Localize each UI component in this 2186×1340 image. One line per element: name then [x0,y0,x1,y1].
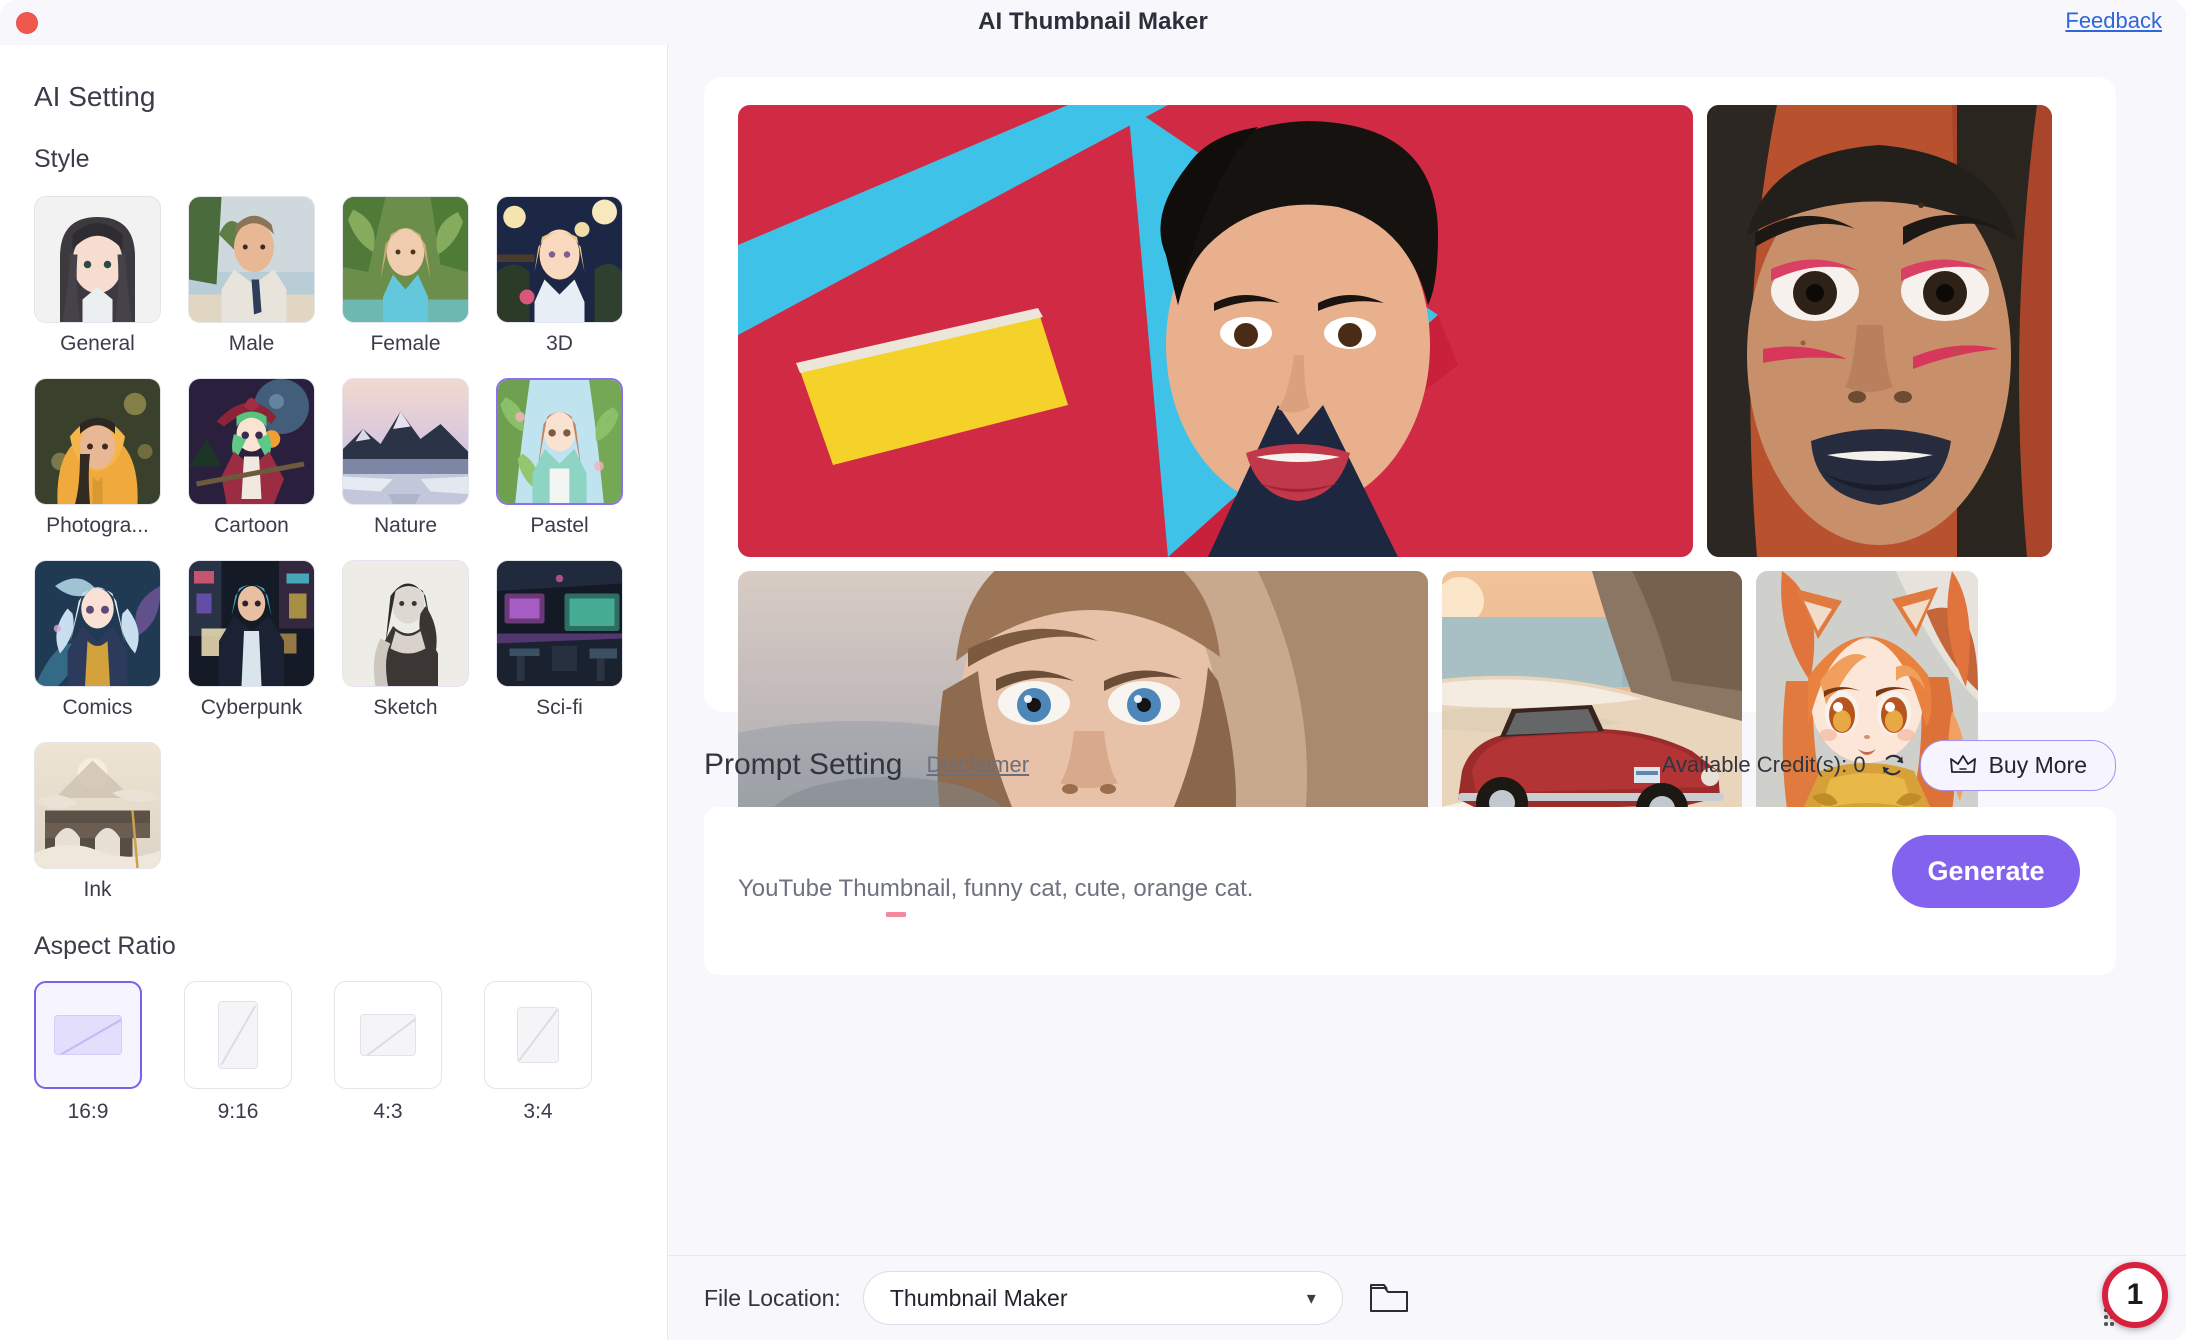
style-label: Cartoon [214,514,289,537]
style-label: General [60,332,135,355]
folder-icon[interactable] [1369,1281,1409,1315]
style-option-3d[interactable]: 3D [496,196,623,356]
style-section-label: Style [34,145,90,173]
style-option-female[interactable]: Female [342,196,469,356]
buy-more-label: Buy More [1988,751,2087,778]
available-credits-label: Available Credit(s): 0 [1661,752,1866,777]
landscape-wide-icon [54,1015,122,1055]
style-thumbnail-scifi [496,560,623,687]
sidebar-title: AI Setting [34,81,156,112]
footer-bar: File Location: Thumbnail Maker ▾ [668,1255,2186,1340]
aspect-ratio-box [334,981,442,1089]
style-label: Sci-fi [536,696,583,719]
body-area: AI Setting Style General Male Female 3D … [0,45,2186,1340]
style-thumbnail-cartoon [188,378,315,505]
prompt-setting-header: Prompt Setting Disclaimer Available Cred… [704,735,2116,795]
ai-setting-sidebar: AI Setting Style General Male Female 3D … [0,45,668,1340]
style-thumbnail-pastel [496,378,623,505]
aspect-ratio-option-4-3[interactable]: 4:3 [334,981,442,1124]
aspect-ratio-option-9-16[interactable]: 9:16 [184,981,292,1124]
prompt-input-container[interactable]: YouTube Thumbnail, funny cat, cute, oran… [704,807,2116,975]
style-option-cyberpunk[interactable]: Cyberpunk [188,560,315,720]
style-option-male[interactable]: Male [188,196,315,356]
style-thumbnail-female [342,196,469,323]
style-label: Male [228,332,275,355]
generate-button[interactable]: Generate [1892,835,2080,908]
gallery-row-top [738,105,2082,557]
aspect-ratio-label: 4:3 [373,1100,403,1123]
style-thumbnail-male [188,196,315,323]
annotation-number: 1 [2126,1278,2144,1311]
aspect-ratio-label: 3:4 [523,1100,553,1123]
style-thumbnail-general [34,196,161,323]
thumbnail-preview-woman-makeup[interactable] [1707,105,2052,557]
style-thumbnail-photography [34,378,161,505]
style-label: 3D [546,332,573,355]
style-label: Female [370,332,441,355]
credit-area: Available Credit(s): 0 Buy More [1661,739,2116,791]
style-thumbnail-nature [342,378,469,505]
style-grid: General Male Female 3D Photogra... Carto… [34,196,633,902]
chevron-down-icon: ▾ [1306,1287,1316,1308]
buy-more-button[interactable]: Buy More [1919,739,2116,791]
aspect-ratio-label: 9:16 [217,1100,259,1123]
style-label: Sketch [373,696,438,719]
prompt-input[interactable]: YouTube Thumbnail, funny cat, cute, oran… [738,875,1253,903]
aspect-ratio-box [484,981,592,1089]
style-option-photography[interactable]: Photogra... [34,378,161,538]
style-option-cartoon[interactable]: Cartoon [188,378,315,538]
style-thumbnail-3d [496,196,623,323]
main-panel: Prompt Setting Disclaimer Available Cred… [668,45,2186,1340]
file-location-value: Thumbnail Maker [889,1284,1068,1311]
file-location-select[interactable]: Thumbnail Maker ▾ [862,1271,1343,1325]
style-thumbnail-ink [34,742,161,869]
aspect-ratio-grid: 16:9 9:16 4:3 3:4 [34,981,633,1124]
app-window: AI Thumbnail Maker Feedback AI Setting S… [0,0,2186,1340]
page-title: AI Thumbnail Maker [978,8,1208,35]
file-location-label: File Location: [704,1284,841,1311]
style-option-ink[interactable]: Ink [34,742,161,902]
style-label: Photogra... [46,514,149,537]
crown-icon [1949,755,1976,773]
style-option-pastel[interactable]: Pastel [496,378,623,538]
portrait-tall-icon [218,1001,258,1069]
disclaimer-link[interactable]: Disclaimer [926,752,1029,778]
style-label: Pastel [530,514,589,537]
aspect-ratio-option-3-4[interactable]: 3:4 [484,981,592,1124]
portrait-icon [517,1007,559,1063]
style-label: Comics [62,696,133,719]
style-option-sketch[interactable]: Sketch [342,560,469,720]
annotation-badge-1[interactable]: 1 [2102,1262,2168,1328]
refresh-icon[interactable] [1880,752,1906,778]
landscape-icon [360,1014,416,1056]
style-label: Cyberpunk [200,696,303,719]
style-label: Nature [373,514,438,537]
generate-button-label: Generate [1927,856,2045,886]
style-option-comics[interactable]: Comics [34,560,161,720]
aspect-ratio-box [34,981,142,1089]
feedback-link[interactable]: Feedback [2065,8,2162,34]
style-option-general[interactable]: General [34,196,161,356]
aspect-ratio-label: 16:9 [67,1100,109,1123]
aspect-ratio-section-label: Aspect Ratio [34,932,176,960]
style-thumbnail-cyberpunk [188,560,315,687]
style-thumbnail-sketch [342,560,469,687]
style-option-nature[interactable]: Nature [342,378,469,538]
aspect-ratio-option-16-9[interactable]: 16:9 [34,981,142,1124]
aspect-ratio-box [184,981,292,1089]
thumbnail-gallery [704,77,2116,861]
thumbnail-preview-man-geometric[interactable] [738,105,1693,557]
spellcheck-marker [886,912,906,917]
style-thumbnail-comics [34,560,161,687]
prompt-setting-title: Prompt Setting [704,748,903,781]
style-option-scifi[interactable]: Sci-fi [496,560,623,720]
title-bar: AI Thumbnail Maker Feedback [0,0,2186,45]
style-label: Ink [83,878,112,901]
